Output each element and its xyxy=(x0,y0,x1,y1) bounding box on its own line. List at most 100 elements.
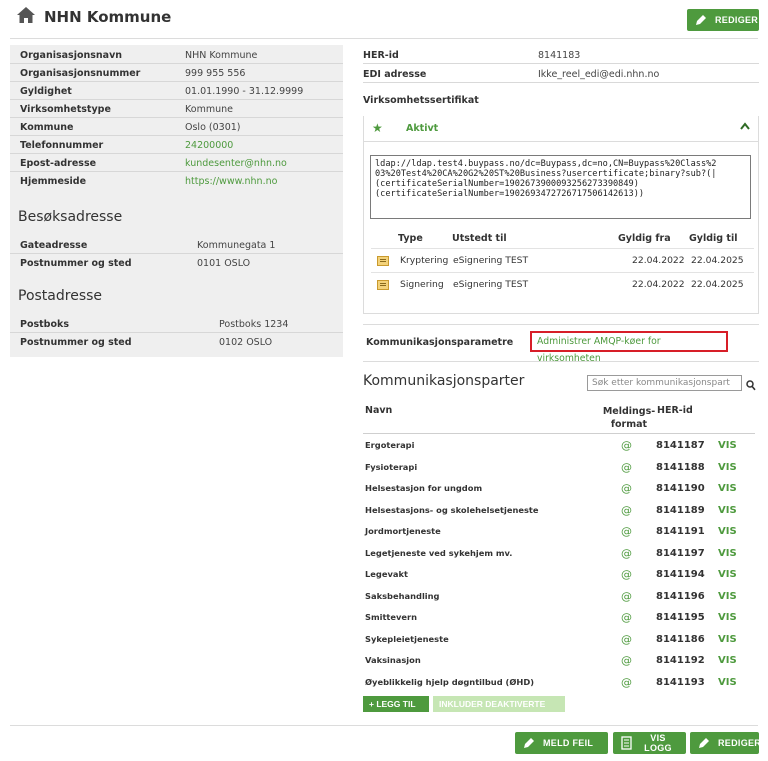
party-her-id: 8141193 xyxy=(656,676,705,688)
view-party-link[interactable]: VIS xyxy=(718,672,737,694)
at-icon: @ xyxy=(621,654,632,667)
party-her-id: 8141186 xyxy=(656,633,705,645)
post-address-heading: Postadresse xyxy=(18,288,103,304)
table-row: Saksbehandling @8141196 VIS xyxy=(363,586,755,608)
table-row: Sykepleietjeneste @8141186 VIS xyxy=(363,629,755,651)
parties-heading: Kommunikasjonsparter xyxy=(363,373,525,389)
party-name: Smittevern xyxy=(365,612,418,622)
view-party-link[interactable]: VIS xyxy=(718,564,737,586)
search-icon[interactable] xyxy=(746,376,756,395)
table-row: Helsestasjons- og skolehelsetjeneste @814… xyxy=(363,500,755,522)
view-party-link[interactable]: VIS xyxy=(718,543,737,565)
email-link[interactable]: kundesenter@nhn.no xyxy=(185,156,287,172)
chevron-up-icon[interactable] xyxy=(740,122,750,133)
at-icon: @ xyxy=(621,439,632,452)
view-party-link[interactable]: VIS xyxy=(718,650,737,672)
post-row: Postnummer og sted 0102 OSLO xyxy=(20,337,273,348)
header-divider xyxy=(10,38,758,39)
her-id-row: HER-id 8141183 xyxy=(363,47,759,64)
table-row: Legevakt @8141194 VIS xyxy=(363,564,755,586)
cert-col-from: Gyldig fra xyxy=(618,233,671,244)
party-name: Vaksinasjon xyxy=(365,655,421,665)
document-icon xyxy=(621,736,632,750)
divider xyxy=(363,361,759,362)
org-row: Gyldighet 01.01.1990 - 31.12.9999 xyxy=(10,84,343,100)
organization-panel: Organisasjonsnavn NHN Kommune Organisasjo… xyxy=(10,45,343,357)
ldap-textarea[interactable]: ldap://ldap.test4.buypass.no/dc=Buypass,… xyxy=(370,155,751,219)
star-icon: ★ xyxy=(372,121,383,135)
party-name: Fysioterapi xyxy=(365,461,418,472)
divider xyxy=(363,324,759,325)
page-title: NHN Kommune xyxy=(44,8,172,26)
at-icon: @ xyxy=(621,460,632,474)
page-header: NHN Kommune xyxy=(16,6,171,28)
view-party-link[interactable]: VIS xyxy=(718,478,737,500)
view-party-link[interactable]: VIS xyxy=(718,435,737,457)
visit-row: Postnummer og sted 0101 OSLO xyxy=(20,258,251,269)
home-icon xyxy=(16,6,36,28)
edit-button-top[interactable]: REDIGER xyxy=(687,9,759,31)
party-name: Saksbehandling xyxy=(365,590,440,601)
party-her-id: 8141191 xyxy=(656,526,705,537)
view-log-button[interactable]: VIS LOGG xyxy=(613,732,686,754)
at-icon: @ xyxy=(621,546,632,560)
include-deactivated-button[interactable]: INKLUDER DEAKTIVERTE xyxy=(433,696,565,712)
org-row: Organisasjonsnavn NHN Kommune xyxy=(10,48,343,64)
table-row: Vaksinasjon @8141192 VIS xyxy=(363,650,755,672)
view-party-link[interactable]: VIS xyxy=(718,629,737,651)
at-icon: @ xyxy=(621,632,632,646)
party-name: Legetjeneste ved sykehjem mv. xyxy=(365,547,513,558)
table-row: Fysioterapi @8141188 VIS xyxy=(363,457,755,479)
at-icon: @ xyxy=(621,525,632,538)
cert-row: Kryptering eSignering TEST 22.04.2022 22… xyxy=(371,248,754,272)
phone-link[interactable]: 24200000 xyxy=(185,138,233,154)
footer-divider xyxy=(10,725,758,726)
at-icon: @ xyxy=(621,589,632,603)
col-name: Navn xyxy=(365,405,393,416)
party-her-id: 8141197 xyxy=(656,547,705,559)
party-search-input[interactable]: Søk etter kommunikasjonspart xyxy=(587,375,742,391)
website-link[interactable]: https://www.nhn.no xyxy=(185,174,277,190)
view-party-link[interactable]: VIS xyxy=(718,457,737,479)
at-icon: @ xyxy=(621,611,632,624)
view-party-link[interactable]: VIS xyxy=(718,521,737,543)
edi-row: EDI adresse Ikke_reel_edi@edi.nhn.no xyxy=(363,66,759,83)
table-row: Ergoterapi @8141187 VIS xyxy=(363,435,755,457)
table-row: Øyeblikkelig hjelp døgntilbud (ØHD) @8141… xyxy=(363,672,755,694)
visit-address-heading: Besøksadresse xyxy=(18,209,123,225)
party-her-id: 8141196 xyxy=(656,590,705,602)
view-party-link[interactable]: VIS xyxy=(718,586,737,608)
cert-accordion-header[interactable]: ★ Aktivt xyxy=(364,116,758,142)
col-her: HER-id xyxy=(657,405,693,416)
view-party-link[interactable]: VIS xyxy=(718,607,737,629)
cert-col-type: Type xyxy=(398,233,423,244)
at-icon: @ xyxy=(621,675,632,689)
table-row: Smittevern @8141195 VIS xyxy=(363,607,755,629)
cert-col-issued: Utstedt til xyxy=(452,233,507,244)
report-error-button[interactable]: MELD FEIL xyxy=(515,732,608,754)
party-her-id: 8141192 xyxy=(656,655,705,666)
view-party-link[interactable]: VIS xyxy=(718,500,737,522)
party-her-id: 8141189 xyxy=(656,504,705,516)
certificate-icon xyxy=(377,256,389,266)
party-her-id: 8141188 xyxy=(656,461,705,473)
party-name: Helsestasjons- og skolehelsetjeneste xyxy=(365,504,539,515)
amqp-admin-link[interactable]: Administrer AMQP-køer for virksomheten xyxy=(530,331,728,364)
cert-status: Aktivt xyxy=(406,123,439,134)
edit-button-bottom[interactable]: REDIGER xyxy=(690,732,761,754)
party-her-id: 8141195 xyxy=(656,612,705,623)
table-row: Helsestasjon for ungdom @8141190 VIS xyxy=(363,478,755,500)
org-row: Virksomhetstype Kommune xyxy=(10,102,343,118)
party-name: Helsestasjon for ungdom xyxy=(365,483,483,493)
party-name: Sykepleietjeneste xyxy=(365,633,449,644)
post-row: Postboks Postboks 1234 xyxy=(10,317,343,333)
at-icon: @ xyxy=(621,568,632,581)
org-row: Epost-adresse kundesenter@nhn.no xyxy=(10,156,343,172)
certificate-icon xyxy=(377,280,389,290)
party-name: Øyeblikkelig hjelp døgntilbud (ØHD) xyxy=(365,676,535,687)
party-name: Legevakt xyxy=(365,569,408,579)
org-row: Hjemmeside https://www.nhn.no xyxy=(10,174,343,190)
pencil-icon xyxy=(698,737,712,749)
cert-row: Signering eSignering TEST 22.04.2022 22.… xyxy=(371,272,754,296)
add-party-button[interactable]: + LEGG TIL xyxy=(363,696,429,712)
